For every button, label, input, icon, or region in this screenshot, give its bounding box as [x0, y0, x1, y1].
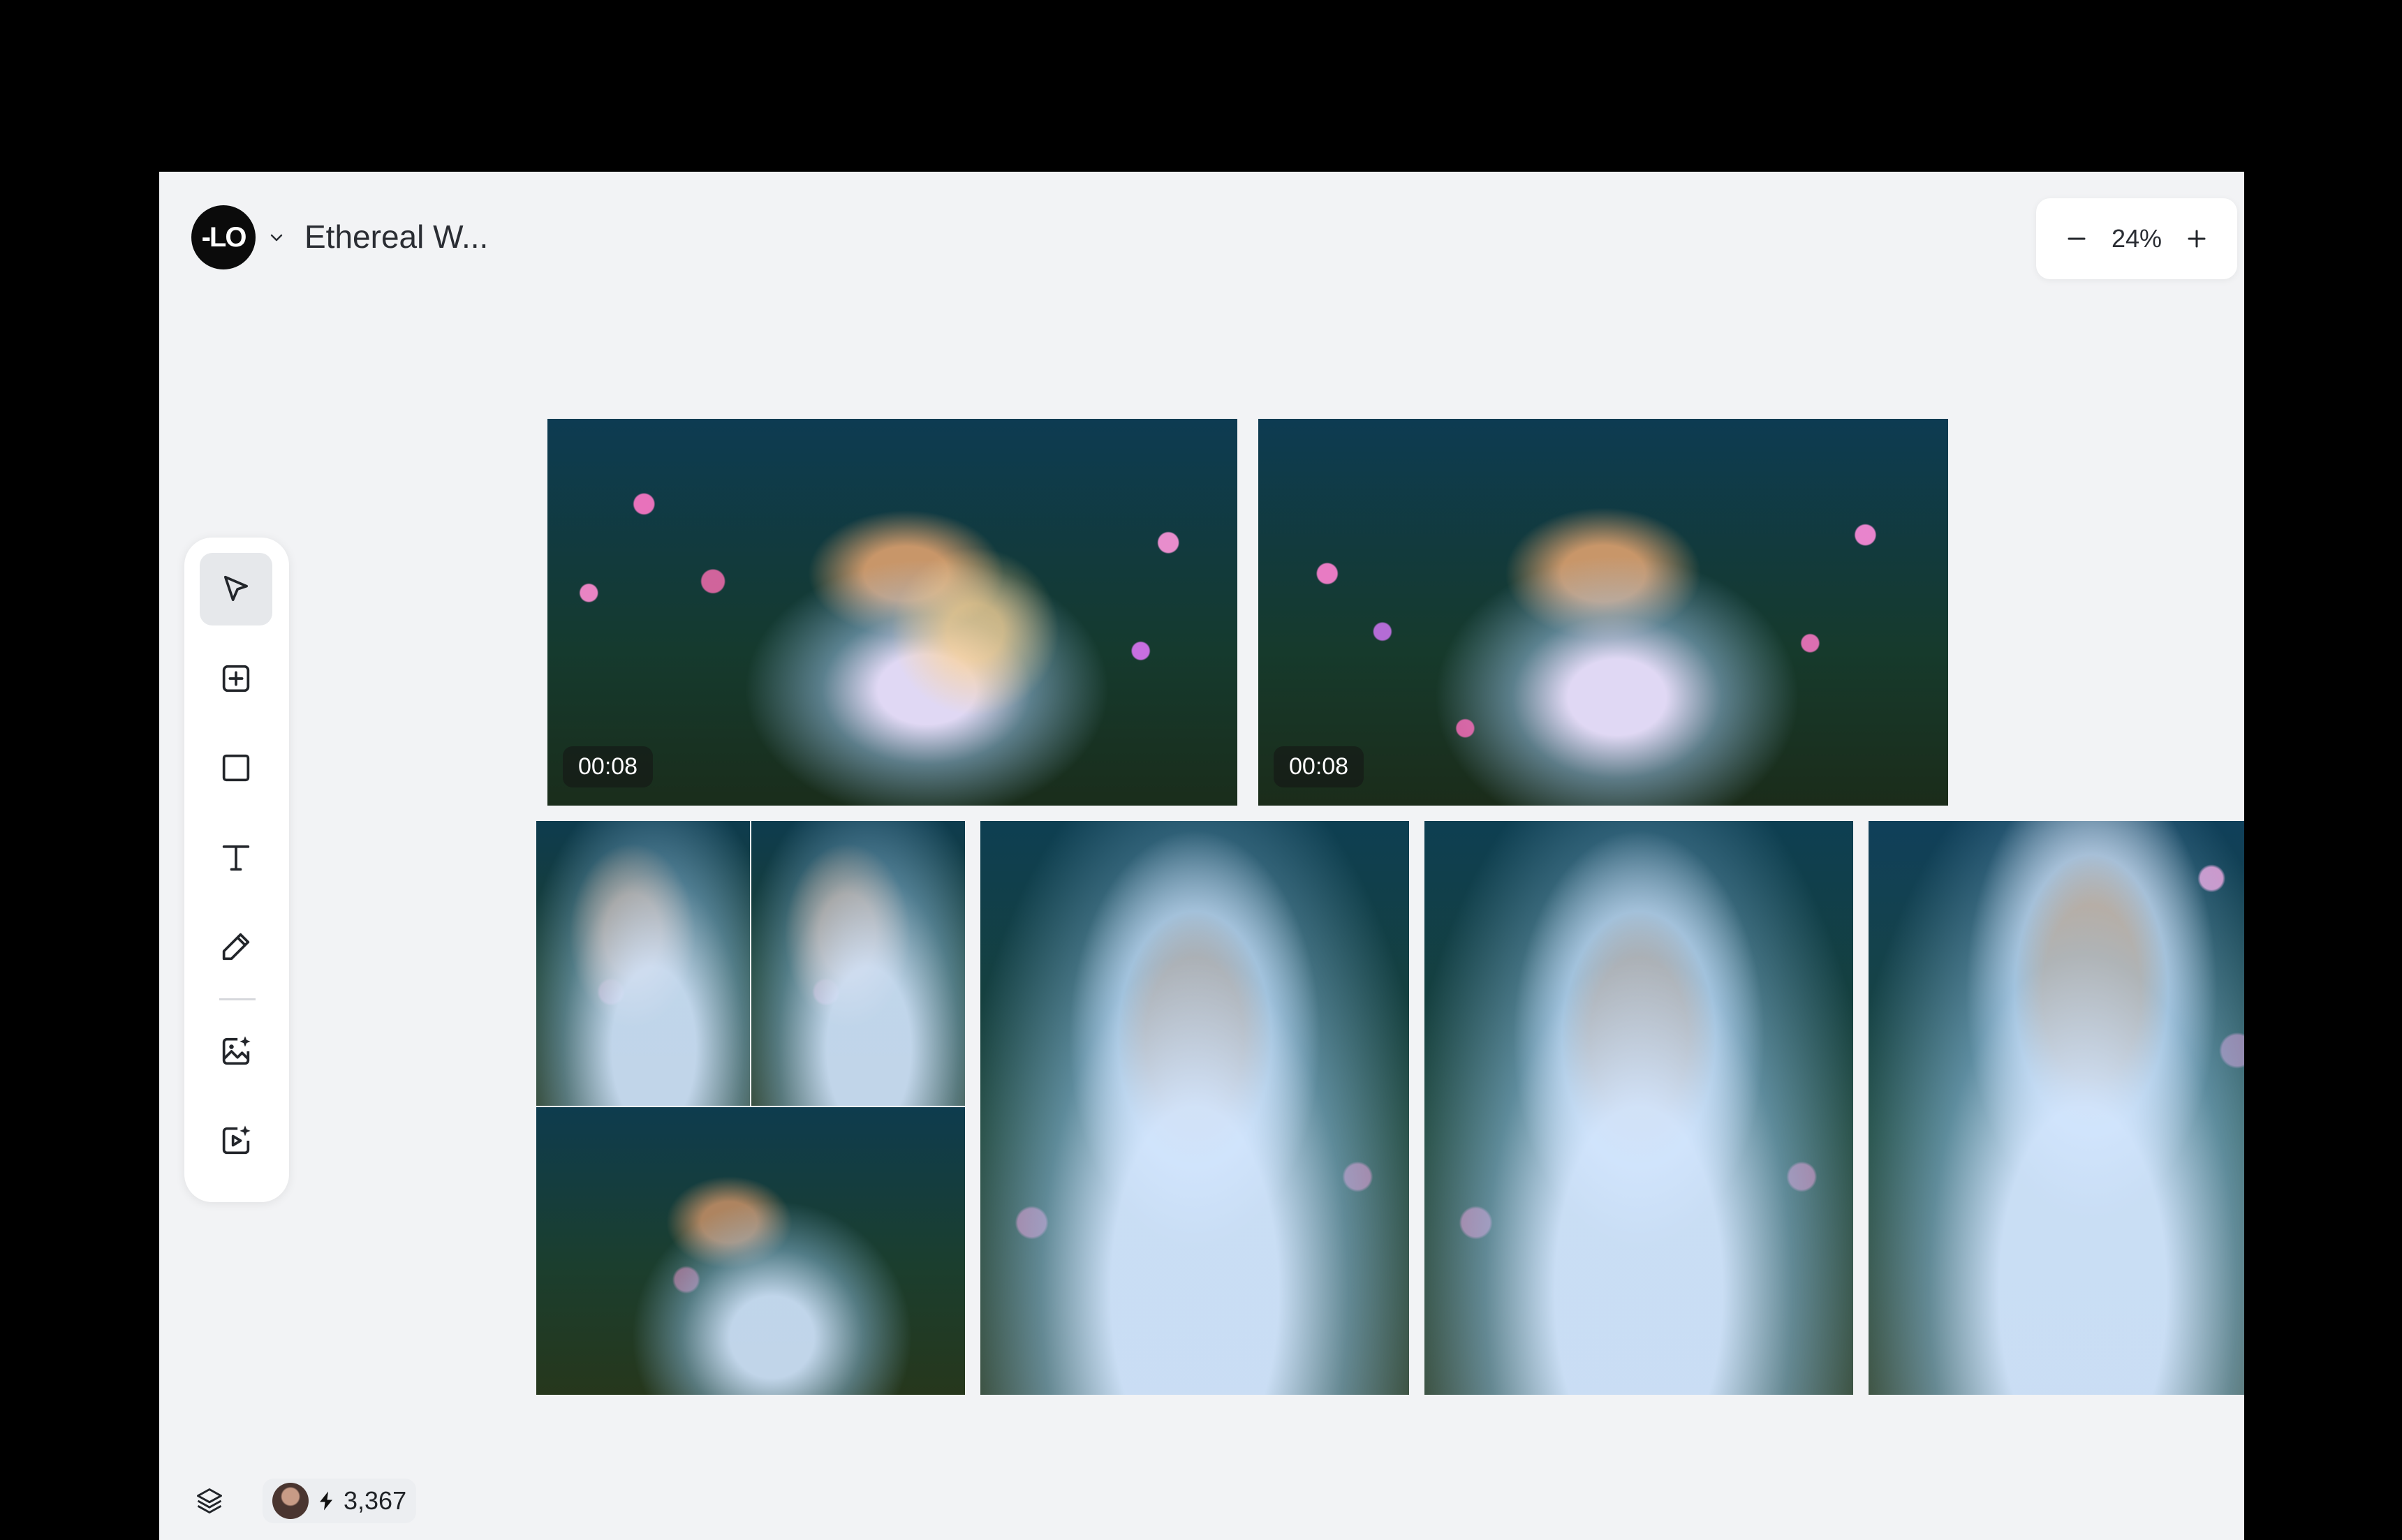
select-tool-button[interactable] — [200, 553, 272, 625]
zoom-control: 24% — [2036, 198, 2237, 279]
video-duration-badge: 00:08 — [1274, 746, 1364, 787]
rectangle-tool-button[interactable] — [200, 732, 272, 804]
app-window: -LO Ethereal W... 24% 00:08 00:08 3,367 — [159, 172, 2244, 1540]
collage-image-3 — [536, 1107, 965, 1395]
chevron-down-icon[interactable] — [264, 225, 289, 250]
cursor-icon — [223, 575, 249, 602]
lightning-icon — [320, 1491, 332, 1511]
square-icon — [222, 754, 250, 782]
generate-image-tool-button[interactable] — [200, 1015, 272, 1088]
image-tile-3[interactable] — [1869, 821, 2244, 1395]
image-tile-2[interactable] — [1424, 821, 1853, 1395]
project-title[interactable]: Ethereal W... — [304, 218, 488, 256]
video-duration-badge: 00:08 — [563, 746, 654, 787]
video-thumbnail-1[interactable]: 00:08 — [547, 419, 1237, 806]
video-thumbnail-2[interactable]: 00:08 — [1258, 419, 1948, 806]
zoom-in-button[interactable] — [2180, 222, 2213, 256]
layers-button[interactable] — [189, 1480, 230, 1522]
tool-palette — [184, 538, 289, 1202]
layers-icon — [197, 1488, 222, 1513]
pencil-icon — [222, 933, 250, 961]
text-icon — [222, 845, 250, 871]
image-collage-tile[interactable] — [536, 821, 965, 1395]
collage-image-2 — [751, 821, 965, 1106]
toolbar-divider — [219, 998, 256, 1000]
avatar — [272, 1483, 309, 1519]
credits-badge[interactable]: 3,367 — [263, 1479, 417, 1523]
app-logo[interactable]: -LO — [191, 205, 256, 269]
minus-icon — [2068, 237, 2086, 240]
video-sparkle-icon — [222, 1125, 251, 1155]
collage-image-1 — [536, 821, 750, 1106]
add-frame-tool-button[interactable] — [200, 642, 272, 715]
credit-count: 3,367 — [344, 1486, 407, 1515]
plus-square-icon — [222, 665, 250, 693]
zoom-level: 24% — [2111, 224, 2162, 253]
plus-icon — [2188, 230, 2206, 248]
zoom-out-button[interactable] — [2060, 222, 2093, 256]
generate-video-tool-button[interactable] — [200, 1104, 272, 1177]
image-sparkle-icon — [222, 1036, 251, 1065]
text-tool-button[interactable] — [200, 821, 272, 894]
pencil-tool-button[interactable] — [200, 910, 272, 983]
image-tile-1[interactable] — [980, 821, 1409, 1395]
